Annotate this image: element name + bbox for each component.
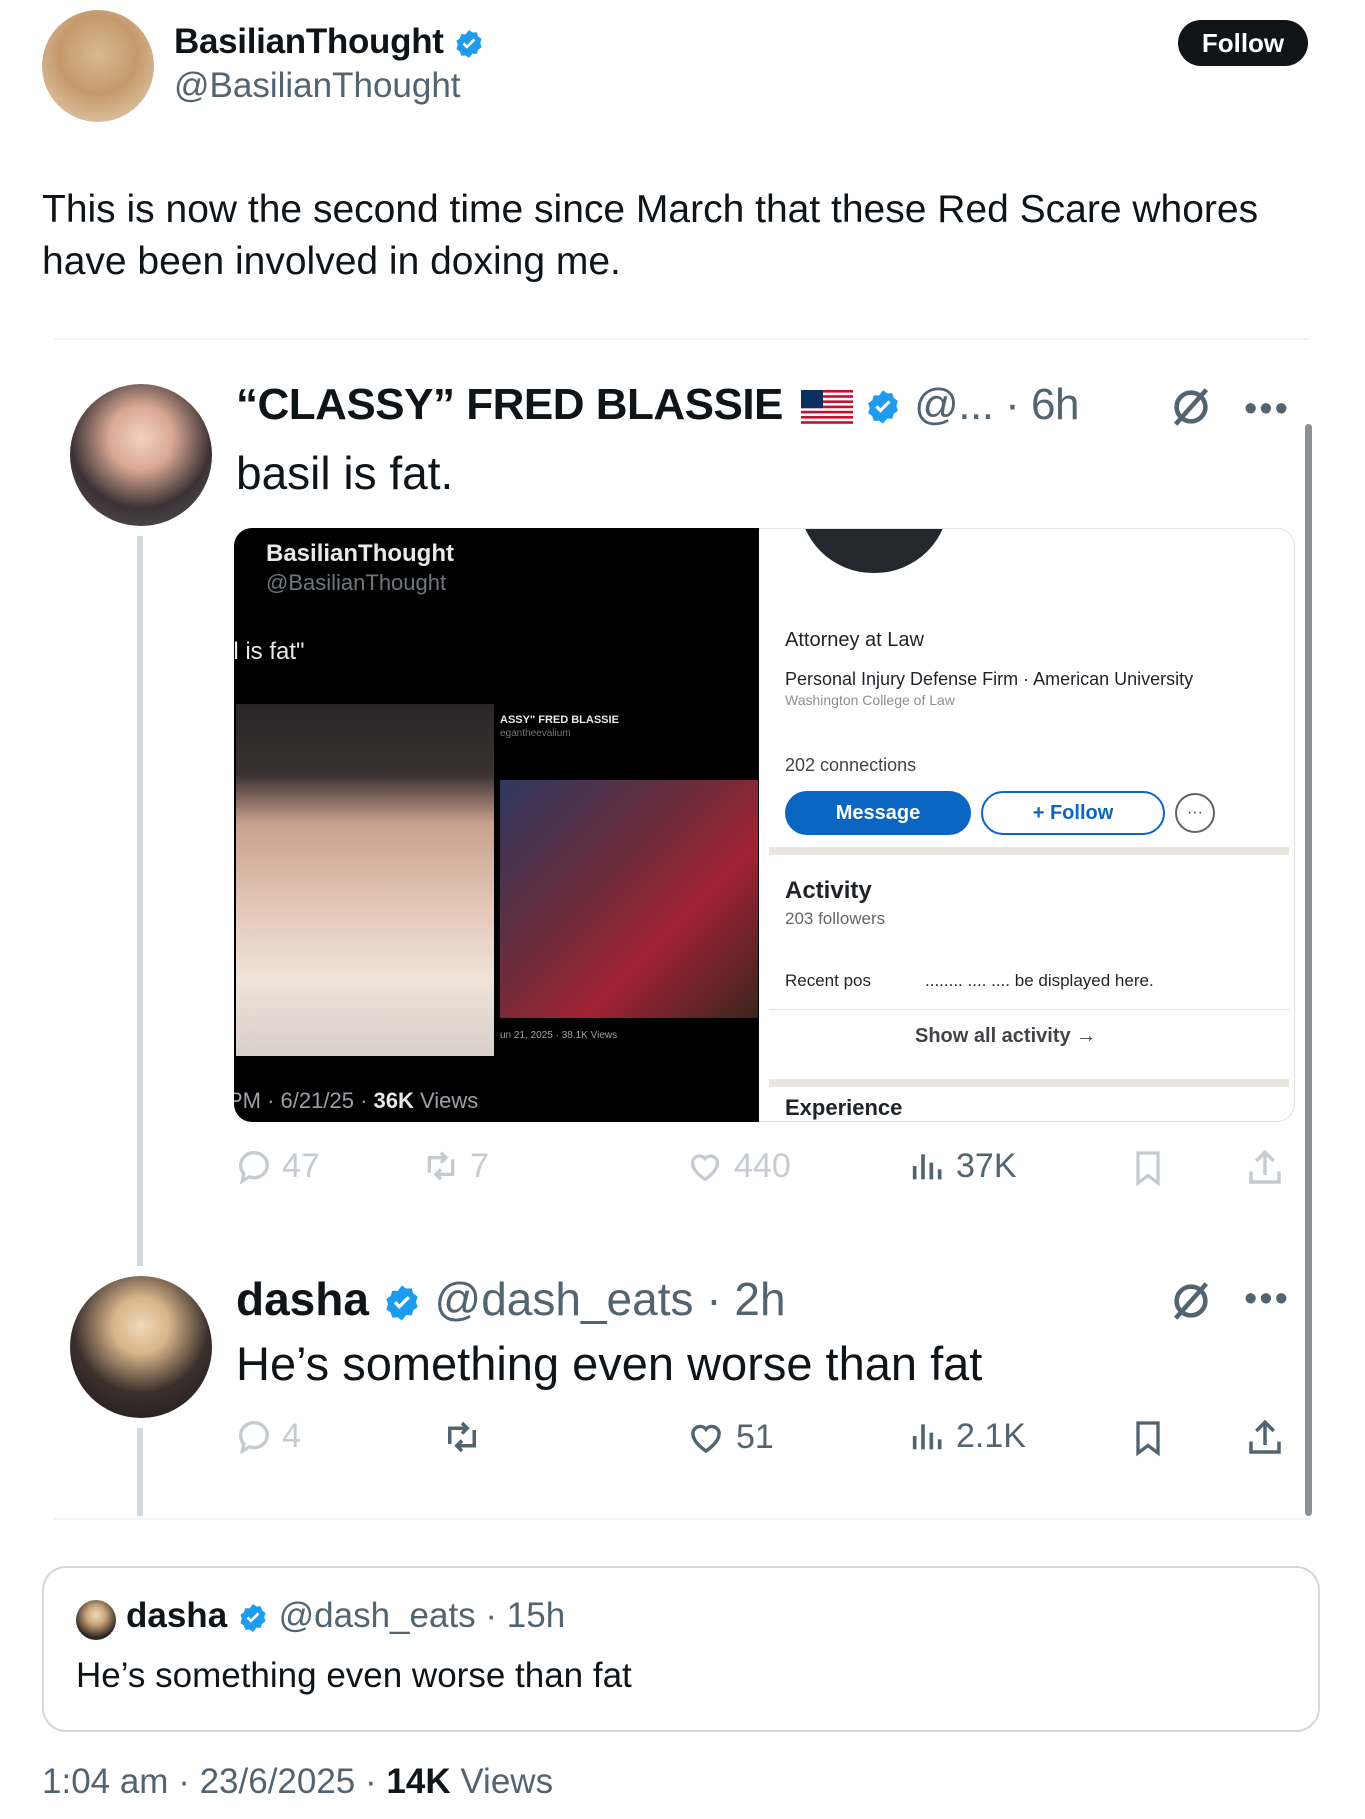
- linkedin-activity-heading: Activity: [785, 877, 872, 904]
- embedded-post-text: basil is fat.: [236, 447, 454, 499]
- embedded-post-header[interactable]: “CLASSY” FRED BLASSIE @... · 6h: [236, 380, 1079, 430]
- media-mini-handle: egantheevalium: [500, 728, 571, 739]
- embedded-media-right[interactable]: Attorney at Law Personal Injury Defense …: [759, 528, 1295, 1122]
- embedded-post-author-name[interactable]: “CLASSY” FRED BLASSIE: [236, 380, 783, 429]
- linkedin-recent-posts: Recent pos: [785, 971, 871, 990]
- verified-badge-icon: [868, 390, 899, 424]
- repost-icon[interactable]: [440, 1416, 484, 1458]
- media-photo-bar: [500, 780, 758, 1018]
- quoted-post-avatar[interactable]: [76, 1600, 116, 1640]
- like-count: 51: [736, 1417, 774, 1456]
- share-icon[interactable]: [1244, 1146, 1286, 1190]
- quoted-post-text: He’s something even worse than fat: [76, 1656, 632, 1695]
- post-views-label: Views: [450, 1762, 554, 1801]
- verified-badge-icon: [456, 29, 482, 58]
- views-icon: [912, 1154, 942, 1180]
- post-views-count: 14K: [386, 1762, 451, 1801]
- repost-count: 7: [470, 1146, 489, 1185]
- bookmark-icon[interactable]: [1128, 1146, 1168, 1190]
- linkedin-show-all-activity: Show all activity →: [915, 1025, 1097, 1047]
- repost-action[interactable]: 7: [420, 1146, 489, 1186]
- more-icon[interactable]: •••: [1244, 1278, 1290, 1321]
- quoted-post-header[interactable]: dasha @dash_eats · 15h: [126, 1596, 565, 1636]
- author-name-row[interactable]: BasilianThought: [174, 22, 485, 62]
- screenshot-scrollbar: [1305, 424, 1312, 1516]
- verified-badge-icon: [386, 1285, 418, 1321]
- reply-author-name[interactable]: dasha: [236, 1273, 369, 1325]
- views-action[interactable]: 37K: [908, 1146, 1017, 1186]
- linkedin-follow-button: + Follow: [981, 791, 1165, 835]
- share-icon[interactable]: [1244, 1416, 1286, 1460]
- us-flag-icon: [800, 390, 853, 425]
- reply-handle-time[interactable]: @dash_eats · 2h: [435, 1273, 786, 1325]
- reply-text: He’s something even worse than fat: [236, 1337, 983, 1390]
- linkedin-more-icon: ···: [1175, 793, 1215, 833]
- post-meta: 1:04 am · 23/6/2025 · 14K Views: [42, 1762, 553, 1802]
- linkedin-connections: 202 connections: [785, 755, 917, 775]
- media-quote-text: il is fat": [234, 638, 305, 665]
- author-handle[interactable]: @BasilianThought: [174, 66, 461, 106]
- like-action[interactable]: 51: [684, 1416, 774, 1458]
- linkedin-separator: [769, 1079, 1289, 1087]
- linkedin-message-button: Message: [785, 791, 971, 835]
- linkedin-profile-photo: [799, 529, 949, 573]
- media-photo-woman-drinking: [236, 704, 494, 1056]
- reply-icon: [238, 1420, 270, 1455]
- grok-icon[interactable]: [1168, 384, 1214, 430]
- linkedin-rule: [769, 1009, 1289, 1010]
- author-name[interactable]: BasilianThought: [174, 22, 444, 61]
- repost-icon: [427, 1151, 455, 1181]
- media-mini-name: ASSY" FRED BLASSIE: [500, 714, 619, 726]
- more-icon[interactable]: •••: [1244, 388, 1290, 431]
- follow-button[interactable]: Follow: [1178, 20, 1308, 66]
- linkedin-firm: Personal Injury Defense Firm · American …: [785, 669, 1194, 689]
- reply-actions: 4 51 2.1K: [234, 1416, 1294, 1466]
- reply-action[interactable]: 47: [234, 1146, 320, 1186]
- embedded-post-handle-time[interactable]: @... · 6h: [914, 380, 1079, 429]
- views-icon: [912, 1424, 942, 1450]
- post-timestamp[interactable]: 1:04 am · 23/6/2025 ·: [42, 1762, 386, 1801]
- media-author-handle: @BasilianThought: [266, 570, 447, 595]
- linkedin-separator: [769, 847, 1289, 855]
- linkedin-displayed-note: ........ .... .... be displayed here.: [925, 971, 1154, 990]
- thread-line: [137, 536, 143, 1266]
- embedded-media-left[interactable]: BasilianThought @BasilianThought il is f…: [234, 528, 759, 1122]
- like-icon: [690, 1154, 720, 1182]
- reply-count: 47: [282, 1146, 320, 1185]
- like-action[interactable]: 440: [684, 1146, 791, 1186]
- tweet-text: This is now the second time since March …: [42, 188, 1259, 283]
- views-action[interactable]: 2.1K: [908, 1416, 1026, 1456]
- reply-header[interactable]: dasha @dash_eats · 2h: [236, 1272, 786, 1326]
- quoted-post-card[interactable]: dasha @dash_eats · 15h He’s something ev…: [42, 1566, 1320, 1732]
- verified-badge-icon: [240, 1603, 266, 1632]
- screenshot-bottom-divider: [54, 1518, 1310, 1520]
- reply-action[interactable]: 4: [234, 1416, 301, 1456]
- screenshot-top-divider: [54, 338, 1310, 340]
- embedded-post-actions: 47 7 440 37K: [234, 1146, 1294, 1196]
- linkedin-college: Washington College of Law: [785, 692, 955, 708]
- linkedin-experience-heading: Experience: [785, 1095, 903, 1120]
- views-count: 2.1K: [956, 1416, 1026, 1455]
- reply-avatar[interactable]: [70, 1276, 212, 1418]
- reply-count: 4: [282, 1416, 301, 1455]
- bookmark-icon[interactable]: [1128, 1416, 1168, 1460]
- media-mini-footer: un 21, 2025 · 38.1K Views: [500, 1030, 618, 1041]
- like-count: 440: [734, 1146, 791, 1185]
- grok-icon[interactable]: [1168, 1278, 1214, 1324]
- media-footer: PM · 6/21/25 · 36K Views: [234, 1088, 479, 1113]
- reply-icon: [238, 1150, 270, 1185]
- author-avatar[interactable]: [42, 10, 154, 122]
- embedded-post-avatar[interactable]: [70, 384, 212, 526]
- quoted-post-author-name[interactable]: dasha: [126, 1596, 227, 1635]
- linkedin-followers: 203 followers: [785, 909, 886, 928]
- media-author-name: BasilianThought: [266, 540, 454, 567]
- like-icon: [691, 1424, 721, 1454]
- linkedin-title: Attorney at Law: [785, 629, 924, 651]
- views-count: 37K: [956, 1146, 1017, 1185]
- quoted-post-handle-time[interactable]: @dash_eats · 15h: [279, 1596, 566, 1635]
- thread-line: [137, 1428, 143, 1516]
